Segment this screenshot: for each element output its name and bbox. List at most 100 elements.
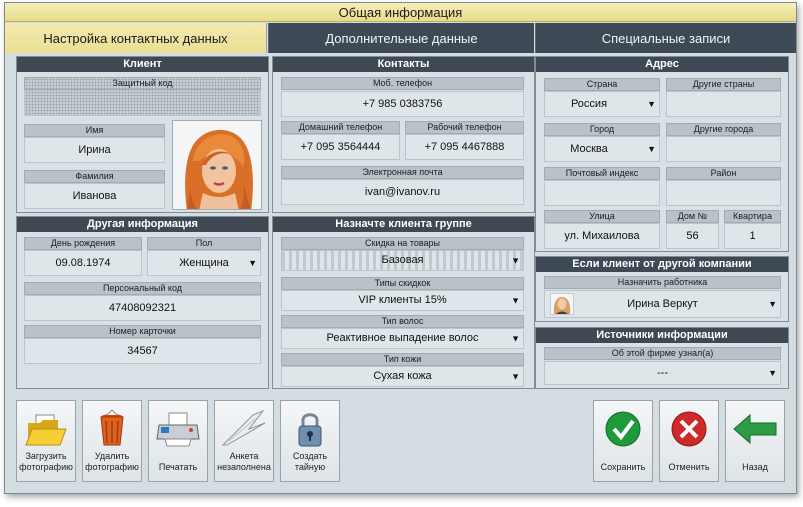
gender-dropdown[interactable]: Женщина ▼ (147, 250, 261, 276)
city-label: Город (544, 123, 660, 136)
employee-avatar (550, 293, 574, 315)
card-number-field[interactable]: 34567 (24, 338, 261, 364)
first-name-field[interactable]: Ирина (24, 137, 165, 163)
house-field[interactable]: 56 (666, 223, 719, 249)
print-label: Печатать (158, 462, 198, 472)
hair-type-value: Реактивное выпадение волос (326, 332, 479, 344)
gender-label: Пол (147, 237, 261, 250)
discount-dropdown[interactable]: Базовая ▼ (281, 250, 524, 271)
chevron-down-icon: ▼ (768, 299, 777, 309)
country-label: Страна (544, 78, 660, 91)
questionnaire-label: Анкета незаполнена (217, 451, 271, 472)
questionnaire-icon (215, 409, 273, 449)
back-label: Назад (742, 462, 768, 472)
tab-special-records[interactable]: Специальные записи (535, 23, 796, 53)
lock-icon (281, 409, 339, 449)
country-value: Россия (570, 98, 608, 110)
chevron-down-icon: ▼ (768, 368, 777, 378)
email-field[interactable]: ivan@ivanov.ru (281, 179, 524, 205)
tab-additional-data[interactable]: Дополнительные данные (268, 23, 534, 53)
skin-type-label: Тип кожи (281, 353, 524, 366)
birthday-label: День рождения (24, 237, 142, 250)
heard-from-dropdown[interactable]: --- ▼ (544, 361, 781, 385)
address-panel-title: Адрес (536, 57, 788, 72)
employee-value: Ирина Веркут (627, 298, 698, 310)
chevron-down-icon: ▼ (511, 295, 520, 305)
window-title: Общая информация (5, 3, 796, 22)
trash-bin-icon (83, 409, 141, 449)
main-window: Общая информация Настройка контактных да… (4, 2, 797, 494)
street-label: Улица (544, 210, 660, 223)
last-name-field[interactable]: Иванова (24, 183, 165, 209)
create-secret-button[interactable]: Создать тайную (280, 400, 340, 482)
print-button[interactable]: Печатать (148, 400, 208, 482)
delete-photo-label: Удалить фотографию (85, 451, 139, 472)
city-value: Москва (570, 143, 608, 155)
chevron-down-icon: ▼ (511, 371, 520, 381)
street-field[interactable]: ул. Михаилова (544, 223, 660, 249)
heard-from-value: --- (657, 367, 668, 379)
group-panel: Назначте клиента группе Скидка на товары… (272, 216, 535, 389)
group-panel-title: Назначте клиента группе (273, 217, 534, 232)
security-code-field[interactable] (24, 90, 261, 116)
country-dropdown[interactable]: Россия ▼ (544, 91, 660, 117)
upload-photo-button[interactable]: Загрузить фотографию (16, 400, 76, 482)
folder-icon (17, 409, 75, 449)
other-countries-field[interactable] (666, 91, 781, 117)
discount-type-dropdown[interactable]: VIP клиенты 15% ▼ (281, 290, 524, 311)
questionnaire-button[interactable]: Анкета незаполнена (214, 400, 274, 482)
last-name-label: Фамилия (24, 170, 165, 183)
zip-label: Почтовый индекс (544, 167, 660, 180)
chevron-down-icon: ▼ (647, 144, 656, 154)
work-phone-field[interactable]: +7 095 4467888 (405, 134, 524, 160)
sources-panel: Источники информации Об этой фирме узнал… (535, 327, 789, 389)
other-info-panel-title: Другая информация (17, 217, 268, 232)
other-cities-label: Другие города (666, 123, 781, 136)
delete-photo-button[interactable]: Удалить фотографию (82, 400, 142, 482)
create-secret-label: Создать тайную (292, 451, 328, 472)
apartment-label: Квартира (724, 210, 781, 223)
back-button[interactable]: Назад (725, 400, 785, 482)
client-panel: Клиент Защитный код Имя Ирина Фамилия Ив… (16, 56, 269, 213)
apartment-field[interactable]: 1 (724, 223, 781, 249)
district-field[interactable] (666, 180, 781, 206)
chevron-down-icon: ▼ (248, 258, 257, 268)
employee-avatar-image (553, 297, 571, 314)
client-photo-image (173, 121, 261, 209)
other-info-panel: Другая информация День рождения 09.08.19… (16, 216, 269, 389)
other-company-panel: Если клиент от другой компании Назначить… (535, 256, 789, 322)
cancel-button[interactable]: Отменить (659, 400, 719, 482)
tab-contact-settings[interactable]: Настройка контактных данных (5, 23, 267, 53)
home-phone-label: Домашний телефон (281, 121, 400, 134)
skin-type-dropdown[interactable]: Сухая кожа ▼ (281, 366, 524, 387)
contacts-panel: Контакты Моб. телефон +7 985 0383756 Дом… (272, 56, 535, 213)
client-panel-title: Клиент (17, 57, 268, 72)
other-countries-label: Другие страны (666, 78, 781, 91)
skin-type-value: Сухая кожа (373, 370, 432, 382)
zip-field[interactable] (544, 180, 660, 206)
city-dropdown[interactable]: Москва ▼ (544, 136, 660, 162)
hair-type-dropdown[interactable]: Реактивное выпадение волос ▼ (281, 328, 524, 349)
cancel-icon (660, 409, 718, 449)
other-cities-field[interactable] (666, 136, 781, 162)
home-phone-field[interactable]: +7 095 3564444 (281, 134, 400, 160)
contacts-panel-title: Контакты (273, 57, 534, 72)
upload-photo-label: Загрузить фотографию (19, 451, 73, 472)
mobile-field[interactable]: +7 985 0383756 (281, 91, 524, 117)
mobile-label: Моб. телефон (281, 77, 524, 90)
arrow-left-icon (726, 409, 784, 449)
work-phone-label: Рабочий телефон (405, 121, 524, 134)
save-button[interactable]: Сохранить (593, 400, 653, 482)
discount-value: Базовая (381, 254, 424, 266)
security-code-label: Защитный код (24, 77, 261, 90)
client-photo[interactable] (172, 120, 262, 210)
assign-employee-label: Назначить работника (544, 276, 781, 289)
discount-type-value: VIP клиенты 15% (358, 294, 447, 306)
hair-type-label: Тип волос (281, 315, 524, 328)
employee-dropdown[interactable]: Ирина Веркут ▼ (544, 290, 781, 318)
printer-icon (149, 409, 207, 449)
address-panel: Адрес Страна Россия ▼ Другие страны Горо… (535, 56, 789, 252)
first-name-label: Имя (24, 124, 165, 137)
personal-code-field[interactable]: 47408092321 (24, 295, 261, 321)
birthday-field[interactable]: 09.08.1974 (24, 250, 142, 276)
